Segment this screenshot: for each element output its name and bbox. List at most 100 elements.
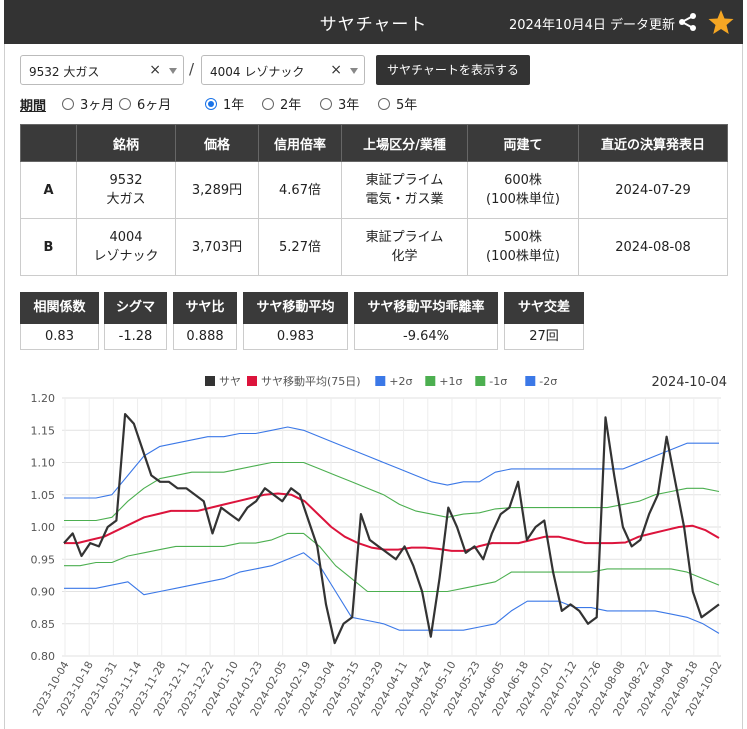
market: 東証プライム xyxy=(365,230,444,245)
stock-cell: 9532 大ガス xyxy=(76,161,176,219)
earnings-date-cell: 2024-08-08 xyxy=(578,218,728,276)
radio-icon[interactable] xyxy=(62,98,74,110)
market-cell: 東証プライム 化学 xyxy=(341,218,468,276)
legend-swatch xyxy=(475,376,486,386)
share-icon[interactable] xyxy=(677,11,699,33)
row-label: B xyxy=(20,218,77,276)
stat-value: -1.28 xyxy=(104,324,167,350)
pair-separator: / xyxy=(189,60,195,78)
lot-cell: 600株 (100株単位) xyxy=(467,161,579,219)
update-date: 2024年10月4日 データ更新 xyxy=(508,18,675,33)
series-line-1 xyxy=(64,492,720,552)
legend-label: +1σ xyxy=(439,375,462,388)
stat-label: サヤ比 xyxy=(173,292,237,324)
radio-icon[interactable] xyxy=(119,98,131,110)
stock-b-select[interactable]: 4004 レゾナック × xyxy=(201,55,365,85)
margin-cell: 5.27倍 xyxy=(258,218,342,276)
period-radio-5y[interactable]: 5年 xyxy=(378,94,417,113)
stat-ratio: サヤ比 0.888 xyxy=(173,292,237,352)
col-header: 直近の決算発表日 xyxy=(578,124,728,162)
legend-label: サヤ移動平均(75日) xyxy=(261,374,361,388)
stat-moving-average: サヤ移動平均 0.983 xyxy=(243,292,348,352)
table-header-row: 銘柄 価格 信用倍率 上場区分/業種 両建て 直近の決算発表日 xyxy=(20,124,728,162)
unit: (100株単位) xyxy=(486,192,560,207)
spread-chart: 1.20 1.15 1.10 1.05 1.00 0.95 0.90 0.85 0.80 2023… xyxy=(0,362,747,729)
period-label: 期間 xyxy=(20,99,47,114)
period-radio-1y[interactable]: 1年 xyxy=(205,94,244,113)
period-radio-3m[interactable]: 3ヶ月 xyxy=(62,94,114,113)
radio-icon[interactable] xyxy=(378,98,390,110)
stat-value: 0.888 xyxy=(173,324,237,350)
stat-label: サヤ移動平均 xyxy=(243,292,348,324)
stock-a-select[interactable]: 9532 大ガス × xyxy=(20,55,184,85)
row-label: A xyxy=(20,161,77,219)
stock-cell: 4004 レゾナック xyxy=(76,218,176,276)
pair-table: 銘柄 価格 信用倍率 上場区分/業種 両建て 直近の決算発表日 A 9532 大ガ… xyxy=(20,124,728,276)
margin-cell: 4.67倍 xyxy=(258,161,342,219)
period-radio-3y[interactable]: 3年 xyxy=(320,94,359,113)
chart-canvas: 1.201.151.101.051.000.950.900.850.802023… xyxy=(31,374,728,718)
period-radio-6m[interactable]: 6ヶ月 xyxy=(119,94,171,113)
legend-swatch xyxy=(425,376,436,386)
legend-swatch xyxy=(375,376,386,386)
y-tick-label: 0.85 xyxy=(31,618,56,631)
clear-b-icon[interactable]: × xyxy=(330,62,342,78)
app-header: サヤチャート 2024年10月4日 データ更新 xyxy=(4,0,743,44)
stat-correlation: 相関係数 0.83 xyxy=(20,292,99,352)
period-radio-2y[interactable]: 2年 xyxy=(262,94,301,113)
stat-label: シグマ xyxy=(104,292,167,324)
stock-a-value: 9532 大ガス xyxy=(29,65,100,79)
unit: (100株単位) xyxy=(486,249,560,264)
show-chart-button[interactable]: サヤチャートを表示する xyxy=(376,55,530,85)
table-row: B 4004 レゾナック 3,703円 5.27倍 東証プライム 化学 500株 (1… xyxy=(20,218,728,276)
stat-deviation: サヤ移動平均乖離率 -9.64% xyxy=(354,292,498,352)
legend-swatch xyxy=(247,376,257,386)
stock-code: 4004 xyxy=(109,230,143,245)
stock-code: 9532 xyxy=(109,173,143,188)
series-line-5 xyxy=(64,552,720,634)
stat-value: 0.983 xyxy=(243,324,348,350)
col-header xyxy=(20,124,77,162)
chevron-down-icon[interactable] xyxy=(350,68,358,74)
sector: 化学 xyxy=(391,249,418,264)
y-tick-label: 1.10 xyxy=(31,457,56,470)
legend-swatch xyxy=(205,376,215,386)
table-row: A 9532 大ガス 3,289円 4.67倍 東証プライム 電気・ガス業 600株… xyxy=(20,161,728,219)
radio-icon[interactable] xyxy=(262,98,274,110)
stock-name: 大ガス xyxy=(106,192,146,207)
y-tick-label: 1.05 xyxy=(31,489,56,502)
stat-value: -9.64% xyxy=(354,324,498,350)
radio-icon[interactable] xyxy=(320,98,332,110)
chevron-down-icon[interactable] xyxy=(169,68,177,74)
lot: 500株 xyxy=(504,230,542,245)
sector: 電気・ガス業 xyxy=(365,192,444,207)
y-tick-label: 1.00 xyxy=(31,521,56,534)
radio-checked-icon[interactable] xyxy=(205,98,217,110)
chart-date-label: 2024-10-04 xyxy=(651,375,727,390)
stock-name: レゾナック xyxy=(93,249,159,264)
clear-a-icon[interactable]: × xyxy=(149,62,161,78)
legend-swatch xyxy=(525,376,536,386)
col-header: 信用倍率 xyxy=(258,124,342,162)
price-cell: 3,289円 xyxy=(175,161,259,219)
legend-label: サヤ xyxy=(219,375,241,388)
lot-cell: 500株 (100株単位) xyxy=(467,218,579,276)
earnings-date-cell: 2024-07-29 xyxy=(578,161,728,219)
legend-label: +2σ xyxy=(389,375,412,388)
favorite-star-icon[interactable] xyxy=(707,8,735,36)
col-header: 両建て xyxy=(467,124,579,162)
stat-crossings: サヤ交差 27回 xyxy=(504,292,584,352)
price-cell: 3,703円 xyxy=(175,218,259,276)
market-cell: 東証プライム 電気・ガス業 xyxy=(341,161,468,219)
col-header: 上場区分/業種 xyxy=(341,124,468,162)
col-header: 銘柄 xyxy=(76,124,176,162)
legend-label: -1σ xyxy=(489,375,507,388)
y-tick-label: 0.95 xyxy=(31,553,56,566)
stat-label: サヤ移動平均乖離率 xyxy=(354,292,498,324)
stat-sigma: シグマ -1.28 xyxy=(104,292,167,352)
y-tick-label: 0.90 xyxy=(31,586,56,599)
stat-value: 27回 xyxy=(504,324,584,350)
y-tick-label: 1.15 xyxy=(31,424,56,437)
legend-label: -2σ xyxy=(539,375,557,388)
stock-b-value: 4004 レゾナック xyxy=(210,65,305,79)
